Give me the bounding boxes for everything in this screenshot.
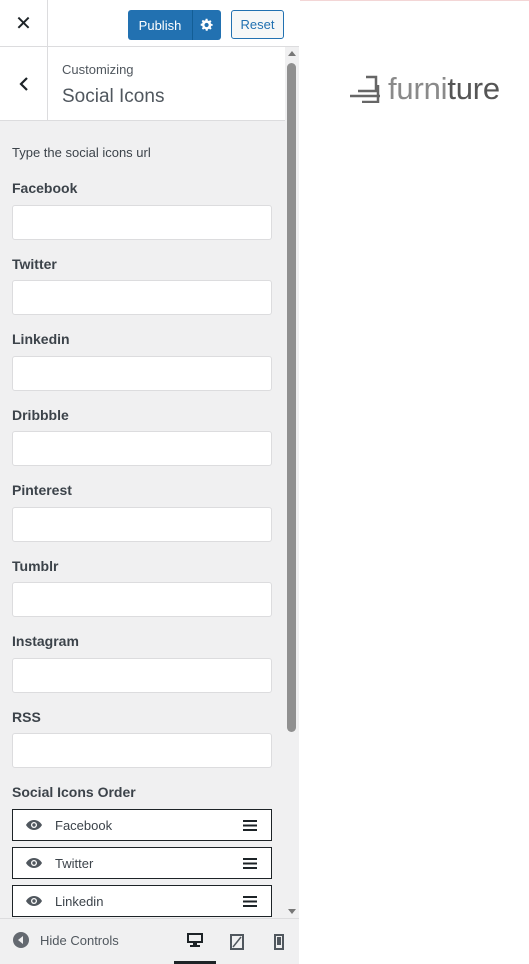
chevron-left-icon bbox=[18, 76, 28, 91]
drag-handle-icon bbox=[243, 857, 257, 869]
gear-icon bbox=[200, 18, 213, 31]
order-item-label: Twitter bbox=[55, 855, 94, 871]
site-logo[interactable]: furniture bbox=[350, 71, 500, 107]
eye-icon bbox=[26, 820, 42, 830]
linkedin-label: Linkedin bbox=[12, 331, 70, 347]
scroll-up-arrow[interactable] bbox=[288, 51, 296, 56]
publish-settings-button[interactable] bbox=[192, 10, 221, 40]
visibility-toggle[interactable] bbox=[13, 857, 55, 869]
scroll-thumb[interactable] bbox=[287, 63, 296, 732]
customizer-app: ✕ Publish Reset Customizing Social Icons bbox=[0, 0, 529, 964]
hide-controls-button[interactable]: Hide Controls bbox=[12, 931, 119, 949]
rss-label: RSS bbox=[12, 709, 41, 725]
drag-handle[interactable] bbox=[229, 819, 271, 831]
twitter-url-input[interactable] bbox=[12, 280, 272, 315]
close-icon: ✕ bbox=[15, 13, 32, 35]
close-customizer-button[interactable]: ✕ bbox=[0, 0, 48, 47]
section-header: Customizing Social Icons bbox=[0, 47, 285, 121]
desktop-icon bbox=[187, 933, 203, 947]
twitter-label: Twitter bbox=[12, 256, 57, 272]
dribbble-label: Dribbble bbox=[12, 407, 69, 423]
logo-text: furniture bbox=[388, 71, 500, 107]
order-item-twitter[interactable]: Twitter bbox=[12, 847, 272, 879]
order-item-facebook[interactable]: Facebook bbox=[12, 809, 272, 841]
logo-mark-icon bbox=[350, 75, 380, 103]
customizer-topbar: ✕ Publish Reset bbox=[0, 0, 299, 47]
site-preview: furniture bbox=[300, 0, 529, 964]
pinterest-label: Pinterest bbox=[12, 482, 72, 498]
facebook-label: Facebook bbox=[12, 180, 78, 196]
mobile-icon bbox=[274, 933, 284, 950]
instagram-url-input[interactable] bbox=[12, 658, 272, 693]
drag-handle-icon bbox=[243, 895, 257, 907]
tablet-icon bbox=[230, 933, 244, 950]
customizer-footer: Hide Controls bbox=[0, 918, 299, 964]
tumblr-label: Tumblr bbox=[12, 558, 59, 574]
drag-handle[interactable] bbox=[229, 895, 271, 907]
section-title: Social Icons bbox=[62, 86, 165, 107]
controls-panel: Type the social icons url Facebook Twitt… bbox=[0, 121, 285, 918]
customizer-sidebar: ✕ Publish Reset Customizing Social Icons bbox=[0, 0, 299, 964]
preview-mobile-button[interactable] bbox=[258, 919, 300, 964]
order-item-linkedin[interactable]: Linkedin bbox=[12, 885, 272, 917]
order-item-label: Facebook bbox=[55, 817, 113, 833]
logo-text-part1: furni bbox=[388, 71, 448, 106]
visibility-toggle[interactable] bbox=[13, 895, 55, 907]
back-button[interactable] bbox=[0, 47, 48, 120]
publish-group: Publish bbox=[128, 10, 221, 40]
social-icons-order-label: Social Icons Order bbox=[12, 784, 136, 800]
collapse-icon bbox=[13, 932, 29, 948]
linkedin-url-input[interactable] bbox=[12, 356, 272, 391]
drag-handle-icon bbox=[243, 819, 257, 831]
facebook-url-input[interactable] bbox=[12, 205, 272, 240]
rss-url-input[interactable] bbox=[12, 733, 272, 768]
eye-icon bbox=[26, 858, 42, 868]
scroll-down-arrow[interactable] bbox=[288, 909, 296, 914]
dribbble-url-input[interactable] bbox=[12, 431, 272, 466]
preview-desktop-button[interactable] bbox=[174, 919, 216, 964]
hide-controls-label: Hide Controls bbox=[40, 932, 119, 948]
reset-button[interactable]: Reset bbox=[231, 10, 284, 39]
eye-icon bbox=[26, 896, 42, 906]
section-description: Type the social icons url bbox=[12, 145, 151, 160]
tumblr-url-input[interactable] bbox=[12, 582, 272, 617]
order-item-label: Linkedin bbox=[55, 893, 104, 909]
publish-button[interactable]: Publish bbox=[128, 10, 192, 40]
drag-handle[interactable] bbox=[229, 857, 271, 869]
customizing-label: Customizing bbox=[62, 62, 134, 77]
instagram-label: Instagram bbox=[12, 633, 79, 649]
pinterest-url-input[interactable] bbox=[12, 507, 272, 542]
visibility-toggle[interactable] bbox=[13, 819, 55, 831]
controls-scrollbar[interactable] bbox=[285, 47, 299, 918]
preview-tablet-button[interactable] bbox=[216, 919, 258, 964]
logo-text-part2: ture bbox=[447, 71, 500, 106]
